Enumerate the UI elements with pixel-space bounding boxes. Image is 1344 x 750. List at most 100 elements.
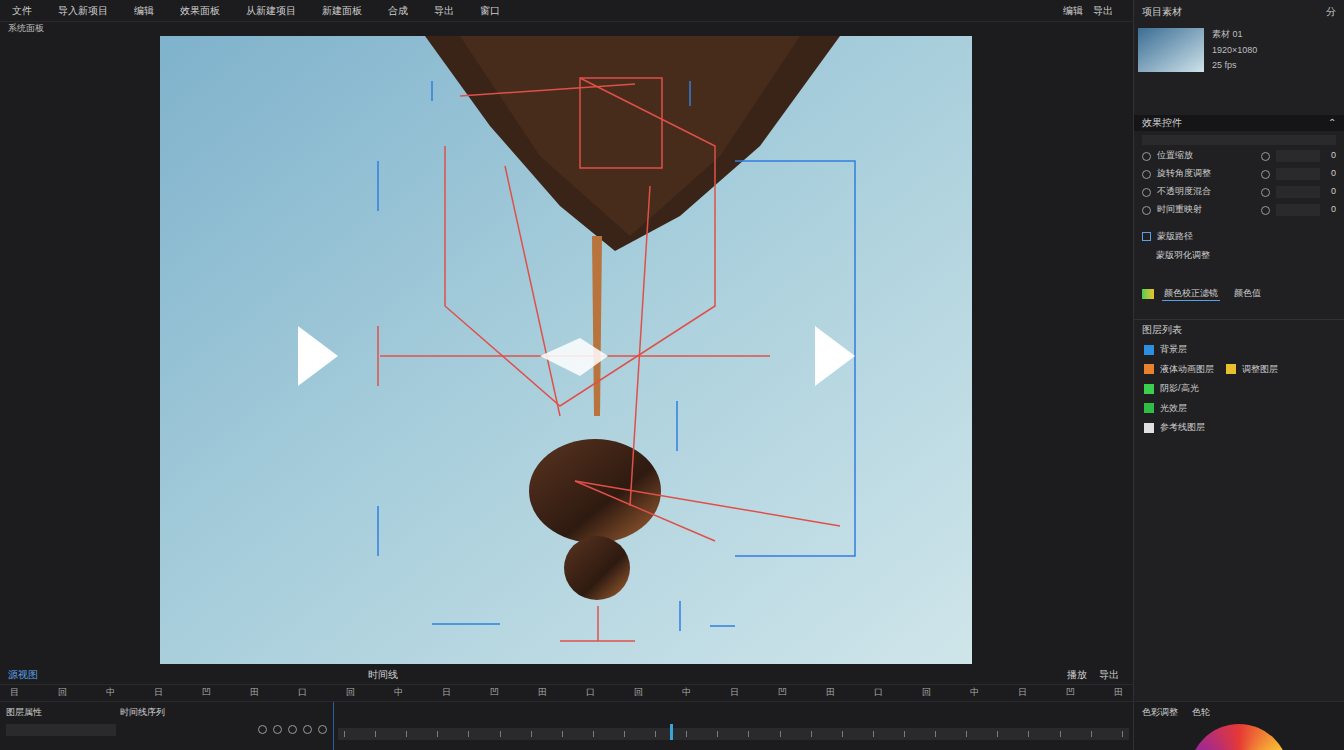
tool-button[interactable]: 日: [154, 686, 163, 700]
ruler-tick: [406, 731, 407, 737]
transport-bar: 源视图 时间线 播放导出: [0, 664, 1133, 684]
layer-entry: 背景层: [1144, 343, 1187, 357]
tool-icon[interactable]: [258, 725, 267, 734]
layers-list: 背景层液体动画图层调整图层阴影/高光光效层参考线图层: [1134, 339, 1344, 439]
project-clip[interactable]: 素材 011920×108025 fps: [1134, 22, 1344, 79]
layer-entry: 阴影/高光: [1144, 382, 1199, 396]
keyframe-icon[interactable]: [1261, 170, 1270, 179]
ruler-tick: [1028, 731, 1029, 737]
tool-button[interactable]: 回: [346, 686, 355, 700]
tool-icon[interactable]: [318, 725, 327, 734]
layer-entry: 光效层: [1144, 402, 1187, 416]
effect-value-text: 0: [1326, 167, 1336, 181]
ruler-tick: [748, 731, 749, 737]
tool-button[interactable]: 田: [538, 686, 547, 700]
ruler-tick: [344, 731, 345, 737]
menu-item[interactable]: 合成: [388, 3, 408, 18]
mask-row[interactable]: 蒙版路径: [1142, 230, 1336, 244]
color-panel-tab[interactable]: 色轮: [1192, 706, 1210, 720]
tool-button[interactable]: 日: [442, 686, 451, 700]
effect-row[interactable]: 位置缩放0: [1142, 149, 1336, 164]
menu-item[interactable]: 文件: [12, 3, 32, 18]
effect-toggle-icon[interactable]: [1142, 152, 1151, 161]
layer-row[interactable]: 参考线图层: [1144, 421, 1334, 435]
tool-button[interactable]: 日: [730, 686, 739, 700]
project-action[interactable]: 分: [1326, 4, 1336, 19]
tool-icon[interactable]: [273, 725, 282, 734]
effects-header[interactable]: 效果控件⌃: [1134, 115, 1344, 131]
layer-row[interactable]: 背景层: [1144, 343, 1334, 357]
tool-button[interactable]: 回: [922, 686, 931, 700]
effect-row[interactable]: 旋转角度调整0: [1142, 167, 1336, 182]
tool-button[interactable]: 中: [682, 686, 691, 700]
play-left-icon[interactable]: [298, 326, 338, 386]
sequence-label[interactable]: 时间线序列: [120, 706, 165, 720]
tool-button[interactable]: 中: [394, 686, 403, 700]
center-marker-icon[interactable]: [540, 338, 608, 376]
tool-button[interactable]: 目: [10, 686, 19, 700]
mask-sub-row[interactable]: 蒙版羽化调整: [1142, 249, 1336, 263]
tool-button[interactable]: 口: [298, 686, 307, 700]
tool-button[interactable]: 田: [250, 686, 259, 700]
playhead[interactable]: [670, 724, 673, 740]
tool-button[interactable]: 田: [1114, 686, 1123, 700]
effect-toggle-icon[interactable]: [1142, 188, 1151, 197]
effect-toggle-icon[interactable]: [1142, 206, 1151, 215]
play-label[interactable]: 播放: [1067, 667, 1087, 682]
menu-item[interactable]: 新建面板: [322, 3, 362, 18]
menu-item[interactable]: 导入新项目: [58, 3, 108, 18]
menu-item[interactable]: 导出: [1093, 3, 1113, 18]
play-right-icon[interactable]: [815, 326, 855, 386]
menu-item[interactable]: 效果面板: [180, 3, 220, 18]
tool-button[interactable]: 回: [634, 686, 643, 700]
project-title[interactable]: 项目素材: [1142, 4, 1182, 19]
menu-item[interactable]: 编辑: [1063, 3, 1083, 18]
layer-row[interactable]: 光效层: [1144, 402, 1334, 416]
tool-button[interactable]: 中: [970, 686, 979, 700]
tool-button[interactable]: 凹: [1066, 686, 1075, 700]
color-panel-title[interactable]: 色彩调整: [1142, 706, 1178, 720]
properties-title[interactable]: 图层属性: [6, 706, 42, 720]
ruler-tick: [375, 731, 376, 737]
ruler-tick: [966, 731, 967, 737]
keyframe-icon[interactable]: [1261, 152, 1270, 161]
color-wheel-icon[interactable]: [1189, 724, 1289, 750]
effect-row[interactable]: 时间重映射0: [1142, 203, 1336, 218]
export-label[interactable]: 导出: [1099, 667, 1119, 682]
tool-button[interactable]: 凹: [490, 686, 499, 700]
timeline-track[interactable]: [333, 702, 1133, 750]
tool-button[interactable]: 凹: [778, 686, 787, 700]
timeline-area: 图层属性 时间线序列 色彩调整色轮: [0, 701, 1344, 750]
menu-item[interactable]: 从新建项目: [246, 3, 296, 18]
menu-item[interactable]: 导出: [434, 3, 454, 18]
keyframe-icon[interactable]: [1261, 206, 1270, 215]
layer-row[interactable]: 阴影/高光: [1144, 382, 1334, 396]
tool-button[interactable]: 口: [874, 686, 883, 700]
tool-button[interactable]: 日: [1018, 686, 1027, 700]
property-field[interactable]: [6, 724, 116, 736]
layers-header[interactable]: 图层列表: [1134, 319, 1344, 339]
tool-button[interactable]: 田: [826, 686, 835, 700]
tool-button[interactable]: 回: [58, 686, 67, 700]
tool-button[interactable]: 中: [106, 686, 115, 700]
tool-icon[interactable]: [303, 725, 312, 734]
ruler-tick: [624, 731, 625, 737]
layer-row[interactable]: 液体动画图层调整图层: [1144, 363, 1334, 377]
keyframe-icon[interactable]: [1261, 188, 1270, 197]
effect-row[interactable]: 不透明度混合0: [1142, 185, 1336, 200]
sub-bar-label[interactable]: 系统面板: [8, 22, 44, 36]
layer-color-swatch: [1144, 364, 1154, 374]
menu-item[interactable]: 窗口: [480, 3, 500, 18]
source-view-label[interactable]: 源视图: [8, 667, 38, 682]
ruler-tick: [1091, 731, 1092, 737]
color-row[interactable]: 颜色校正滤镜颜色值: [1134, 287, 1344, 302]
clip-meta: 1920×1080: [1212, 44, 1257, 58]
timeline-label[interactable]: 时间线: [368, 667, 398, 682]
menu-item[interactable]: 编辑: [134, 3, 154, 18]
tool-button[interactable]: 凹: [202, 686, 211, 700]
tool-button[interactable]: 口: [586, 686, 595, 700]
tool-strip: 目回中日凹田口回中日凹田口回中日凹田口回中日凹田: [0, 684, 1133, 701]
ruler-tick: [1122, 731, 1123, 737]
effect-toggle-icon[interactable]: [1142, 170, 1151, 179]
tool-icon[interactable]: [288, 725, 297, 734]
